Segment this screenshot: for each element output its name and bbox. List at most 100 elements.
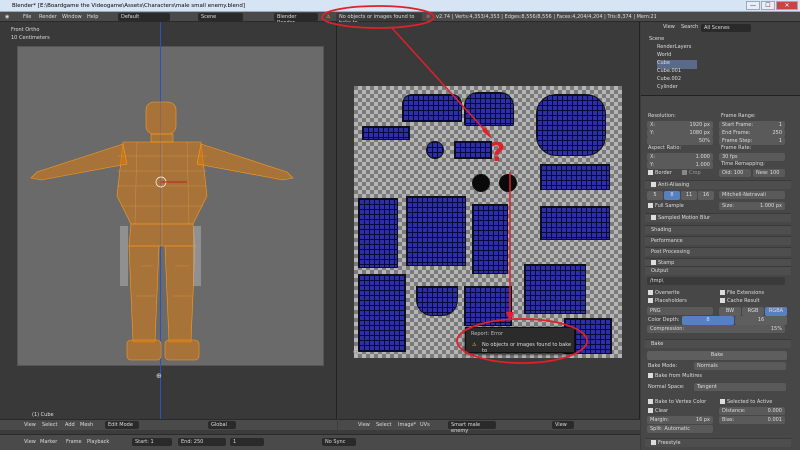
bake-panel[interactable]: Bake	[645, 339, 791, 348]
uv-menu-view[interactable]: View	[358, 422, 370, 428]
bake-button[interactable]: Bake	[647, 351, 787, 360]
start-frame-label: Start:	[135, 439, 149, 445]
file-format-select[interactable]: PNG	[647, 307, 713, 315]
bw-button[interactable]: BW	[719, 307, 741, 316]
start-frame-prop-value: 1	[778, 122, 782, 128]
stamp-check-icon	[651, 260, 656, 265]
bake-vc-checkbox[interactable]: Bake to Vertex Color	[648, 399, 706, 405]
old-label: Old:	[722, 170, 733, 176]
depth-16-button[interactable]: 16	[735, 316, 787, 325]
aa-filter-select[interactable]: Mitchell-Netravali	[719, 191, 785, 199]
res-y-field[interactable]: Y: 1080 px	[647, 129, 713, 137]
res-x-value: 1920 px	[689, 122, 710, 128]
aa-16-button[interactable]: 16	[698, 191, 714, 200]
aspect-y-field[interactable]: Y: 1.000	[647, 161, 713, 169]
compression-value: 15%	[770, 326, 782, 332]
start-frame-prop-label: Start Frame:	[722, 122, 754, 128]
timeline-menu-playback[interactable]: Playback	[87, 439, 109, 445]
crop-checkbox[interactable]: Crop	[682, 170, 701, 176]
aa-size-field[interactable]: Size: 1.000 px	[719, 202, 785, 210]
overwrite-checkbox[interactable]: Overwrite	[648, 290, 680, 296]
outliner-item-cylinder[interactable]: Cylinder	[657, 84, 800, 93]
uv-menu-uvs[interactable]: UVs	[420, 422, 430, 428]
timeline-menu-frame[interactable]: Frame	[66, 439, 82, 445]
file-ext-checkbox[interactable]: File Extensions	[720, 290, 764, 296]
anti-aliasing-panel[interactable]: Anti-Aliasing	[645, 180, 791, 189]
outliner-filter[interactable]: All Scenes	[701, 24, 751, 32]
start-frame-prop[interactable]: Start Frame: 1	[719, 121, 785, 129]
end-frame-field[interactable]: End: 250	[178, 438, 226, 446]
placeholders-check-icon	[648, 298, 653, 303]
selected-active-checkbox[interactable]: Selected to Active	[720, 399, 772, 405]
rgb-button[interactable]: RGB	[742, 307, 764, 316]
bake-mode-select[interactable]: Normals	[694, 362, 786, 370]
fps-select[interactable]: 30 fps	[719, 153, 785, 161]
shading-panel[interactable]: Shading	[645, 225, 791, 234]
split-value: Automatic	[664, 426, 691, 432]
uv-view-select[interactable]: View	[552, 421, 574, 429]
new-field[interactable]: New: 100	[753, 169, 785, 177]
outliner-view-menu[interactable]: View	[663, 24, 675, 30]
full-sample-checkbox[interactable]: Full Sample	[648, 203, 684, 209]
motion-blur-check-icon	[651, 215, 656, 220]
start-frame-field[interactable]: Start: 1	[132, 438, 172, 446]
uv-menu-image[interactable]: Image*	[398, 422, 416, 428]
border-label: Border	[655, 170, 672, 176]
timeline-menu-view[interactable]: View	[24, 439, 36, 445]
bake-multires-checkbox[interactable]: Bake from Multires	[648, 373, 702, 379]
uv-editor-header: View Select Image* UVs Smart male enemy …	[338, 419, 640, 434]
full-sample-check-icon	[648, 203, 653, 208]
post-processing-panel[interactable]: Post Processing	[645, 247, 791, 256]
file-ext-label: File Extensions	[727, 290, 765, 296]
cache-result-label: Cache Result	[727, 298, 760, 304]
border-checkbox[interactable]: Border	[648, 170, 672, 176]
end-frame-value: 250	[193, 439, 204, 445]
res-x-field[interactable]: X: 1920 px	[647, 121, 713, 129]
timeline-header: View Marker Frame Playback Start: 1 End:…	[0, 434, 640, 450]
margin-label: Margin:	[650, 417, 669, 423]
old-field[interactable]: Old: 100	[719, 169, 751, 177]
normal-space-select[interactable]: Tangent	[694, 383, 786, 391]
new-value: 100	[769, 170, 780, 176]
res-x-label: X:	[650, 122, 656, 128]
output-panel[interactable]: Output	[645, 266, 791, 275]
aa-5-button[interactable]: 5	[647, 191, 663, 200]
aa-check-icon	[651, 182, 656, 187]
performance-panel[interactable]: Performance	[645, 236, 791, 245]
frame-step-label: Frame Step:	[722, 138, 753, 144]
bias-field[interactable]: Bias: 0.001	[719, 416, 785, 424]
uv-menu-select[interactable]: Select	[376, 422, 391, 428]
aa-label: Anti-Aliasing	[658, 182, 690, 188]
aspect-x-field[interactable]: X: 1.000	[647, 153, 713, 161]
compression-field[interactable]: Compression: 15%	[647, 325, 785, 333]
res-percent-field[interactable]: 50%	[647, 137, 713, 145]
placeholders-checkbox[interactable]: Placeholders	[648, 298, 687, 304]
freestyle-check-icon	[651, 440, 656, 445]
image-select[interactable]: Smart male enemy	[448, 421, 496, 434]
end-frame-prop[interactable]: End Frame: 250	[719, 129, 785, 137]
frame-rate-label: Frame Rate:	[721, 145, 752, 151]
depth-8-button[interactable]: 8	[682, 316, 734, 325]
split-field[interactable]: Split: Automatic	[647, 425, 713, 433]
distance-field[interactable]: Distance: 0.000	[719, 407, 785, 415]
distance-value: 0.000	[767, 408, 782, 414]
margin-field[interactable]: Margin: 16 px	[647, 416, 713, 424]
cache-result-check-icon	[720, 298, 725, 303]
color-depth-label: Color Depth:	[648, 317, 680, 323]
outliner-search-menu[interactable]: Search	[681, 24, 698, 30]
rgba-button[interactable]: RGBA	[765, 307, 787, 316]
timeline-menu-marker[interactable]: Marker	[40, 439, 57, 445]
aa-11-button[interactable]: 11	[681, 191, 697, 200]
current-frame-field[interactable]: 1	[230, 438, 264, 446]
margin-value: 16 px	[695, 417, 710, 423]
motion-blur-panel[interactable]: Sampled Motion Blur	[645, 213, 791, 222]
cache-result-checkbox[interactable]: Cache Result	[720, 298, 760, 304]
frame-step-prop[interactable]: Frame Step: 1	[719, 137, 785, 145]
bake-mode-label: Bake Mode:	[648, 363, 678, 369]
clear-checkbox[interactable]: Clear	[648, 408, 668, 414]
aa-8-button[interactable]: 8	[664, 191, 680, 200]
aspect-label: Aspect Ratio:	[648, 145, 682, 151]
output-path-field[interactable]: /tmp\	[647, 277, 785, 285]
freestyle-panel[interactable]: Freestyle	[645, 438, 791, 447]
sync-select[interactable]: No Sync	[322, 438, 356, 446]
